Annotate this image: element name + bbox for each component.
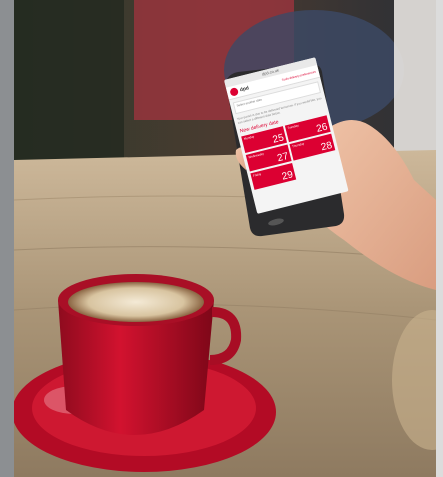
brand-name: dpd xyxy=(239,85,250,94)
left-border xyxy=(0,0,14,477)
date-number: 29 xyxy=(280,169,295,183)
window-frame xyxy=(14,0,124,170)
coffee-froth xyxy=(68,282,204,322)
date-day: Thursday xyxy=(291,141,305,149)
date-number: 28 xyxy=(319,139,334,154)
date-day: Wednesday xyxy=(247,151,265,160)
header-link[interactable]: Tools delivery preferences xyxy=(281,70,316,82)
date-number: 26 xyxy=(315,121,329,135)
date-number: 27 xyxy=(276,150,290,165)
date-number: 25 xyxy=(271,132,286,146)
right-border xyxy=(436,0,443,477)
cafe-photo xyxy=(14,0,436,477)
dpd-logo-icon xyxy=(229,87,240,97)
date-day: Tuesday xyxy=(287,123,300,131)
date-day: Monday xyxy=(243,134,255,141)
photo-scene: dpd.co.uk dpd Tools delivery preferences… xyxy=(0,0,443,477)
date-day: Friday xyxy=(252,171,262,178)
